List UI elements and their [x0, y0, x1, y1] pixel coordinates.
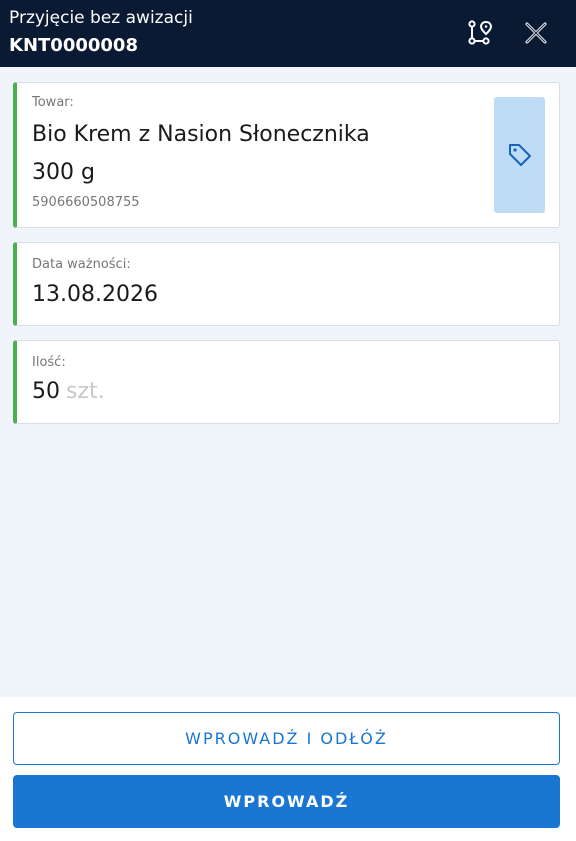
close-icon: [525, 22, 547, 44]
enter-and-store-button[interactable]: WPROWADŹ I ODŁÓŻ: [13, 712, 560, 765]
quantity-unit: szt.: [66, 379, 105, 404]
expiry-date-card[interactable]: Data ważności: 13.08.2026: [13, 242, 560, 326]
expiry-date-label: Data ważności:: [32, 257, 131, 272]
expiry-date-value[interactable]: 13.08.2026: [32, 281, 158, 309]
tag-icon: [508, 144, 531, 166]
product-card: Towar: Bio Krem z Nasion Słonecznika 300…: [13, 82, 560, 228]
quantity-card[interactable]: Ilość: 50 szt.: [13, 340, 560, 424]
close-button[interactable]: [521, 18, 551, 48]
tag-button[interactable]: [494, 97, 545, 213]
document-number: KNT0000008: [9, 35, 138, 56]
route-button[interactable]: [464, 18, 494, 48]
route-icon: [468, 20, 492, 45]
enter-button[interactable]: WPROWADŹ: [13, 775, 560, 828]
quantity-value[interactable]: 50: [32, 379, 60, 404]
product-weight: 300 g: [32, 160, 95, 185]
product-label: Towar:: [32, 95, 74, 110]
app-header: Przyjęcie bez awizacji KNT0000008: [0, 0, 576, 67]
quantity-label: Ilość:: [32, 355, 66, 370]
product-name: Bio Krem z Nasion Słonecznika: [32, 122, 370, 147]
product-ean: 5906660508755: [32, 195, 140, 210]
action-footer: WPROWADŹ I ODŁÓŻ WPROWADŹ: [0, 697, 576, 841]
quantity-field[interactable]: 50 szt.: [32, 378, 105, 406]
page-title: Przyjęcie bez awizacji: [9, 8, 193, 28]
